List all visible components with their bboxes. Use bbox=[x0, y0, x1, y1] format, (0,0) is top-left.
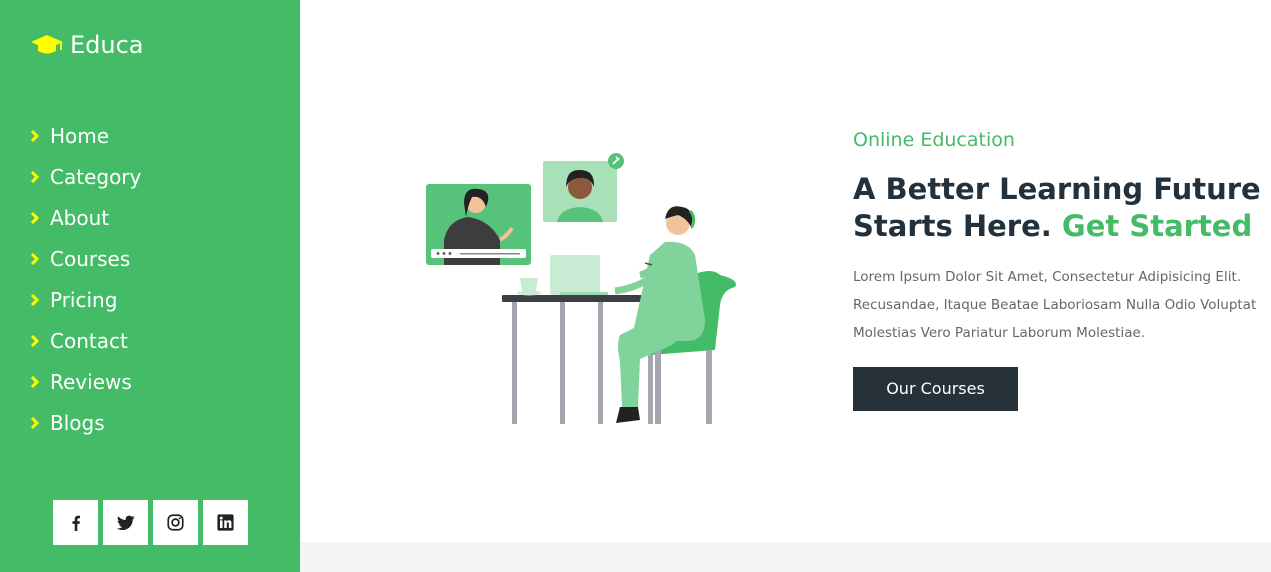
chevron-right-icon bbox=[30, 129, 40, 142]
main-content: Online Education A Better Learning Futur… bbox=[300, 0, 1271, 572]
sidebar-item-courses[interactable]: Courses bbox=[30, 238, 141, 279]
chevron-right-icon bbox=[30, 170, 40, 183]
social-links bbox=[53, 500, 248, 545]
twitter-button[interactable] bbox=[103, 500, 148, 545]
facebook-button[interactable] bbox=[53, 500, 98, 545]
sidebar-item-blogs[interactable]: Blogs bbox=[30, 402, 141, 443]
video-call-card bbox=[426, 184, 531, 265]
sidebar-item-label: Category bbox=[50, 164, 142, 189]
brand-logo[interactable]: Educa bbox=[30, 28, 144, 62]
chevron-right-icon bbox=[30, 334, 40, 347]
sidebar-item-category[interactable]: Category bbox=[30, 156, 141, 197]
our-courses-button[interactable]: Our Courses bbox=[853, 367, 1018, 411]
twitter-icon bbox=[116, 515, 135, 530]
hero-description: Lorem Ipsum Dolor Sit Amet, Consectetur … bbox=[853, 263, 1271, 347]
headline-accent: Get Started bbox=[1061, 209, 1253, 243]
sidebar-item-label: About bbox=[50, 205, 110, 230]
next-section-strip bbox=[300, 542, 1271, 572]
chevron-right-icon bbox=[30, 293, 40, 306]
description-line-1: Lorem Ipsum Dolor Sit Amet, Consectetur … bbox=[853, 269, 1242, 285]
sidebar-item-label: Contact bbox=[50, 328, 128, 353]
sidebar-item-reviews[interactable]: Reviews bbox=[30, 361, 141, 402]
sidebar-item-contact[interactable]: Contact bbox=[30, 320, 141, 361]
sidebar-item-label: Home bbox=[50, 123, 110, 148]
sidebar-item-home[interactable]: Home bbox=[30, 115, 141, 156]
chevron-right-icon bbox=[30, 211, 40, 224]
headline-line-1: A Better Learning Future bbox=[853, 172, 1261, 206]
instagram-icon bbox=[167, 514, 184, 531]
online-learning-illustration bbox=[426, 153, 736, 424]
sidebar-nav: Home Category About Courses Pricing Cont… bbox=[30, 115, 141, 443]
linkedin-icon bbox=[217, 514, 234, 531]
headline-line-2: Starts Here. bbox=[853, 209, 1052, 243]
facebook-icon bbox=[71, 515, 80, 531]
hero-headline: A Better Learning Future Starts Here. Ge… bbox=[853, 171, 1271, 245]
chevron-right-icon bbox=[30, 375, 40, 388]
chevron-right-icon bbox=[30, 252, 40, 265]
instagram-button[interactable] bbox=[153, 500, 198, 545]
brand-name: Educa bbox=[70, 31, 144, 59]
sidebar-item-label: Courses bbox=[50, 246, 131, 271]
sidebar-item-label: Reviews bbox=[50, 369, 132, 394]
sidebar-item-pricing[interactable]: Pricing bbox=[30, 279, 141, 320]
sidebar: Educa Home Category About Courses Pricin… bbox=[0, 0, 300, 572]
sidebar-item-label: Blogs bbox=[50, 410, 105, 435]
graduation-cap-icon bbox=[31, 35, 63, 54]
description-line-3: Molestias Vero Pariatur Laborum Molestia… bbox=[853, 325, 1146, 341]
linkedin-button[interactable] bbox=[203, 500, 248, 545]
chevron-right-icon bbox=[30, 416, 40, 429]
hero-section: Online Education A Better Learning Futur… bbox=[853, 125, 1271, 411]
video-call-card bbox=[543, 153, 624, 222]
hero-eyebrow: Online Education bbox=[853, 129, 1015, 151]
description-line-2: Recusandae, Itaque Beatae Laboriosam Nul… bbox=[853, 297, 1257, 313]
sidebar-item-label: Pricing bbox=[50, 287, 118, 312]
sidebar-item-about[interactable]: About bbox=[30, 197, 141, 238]
